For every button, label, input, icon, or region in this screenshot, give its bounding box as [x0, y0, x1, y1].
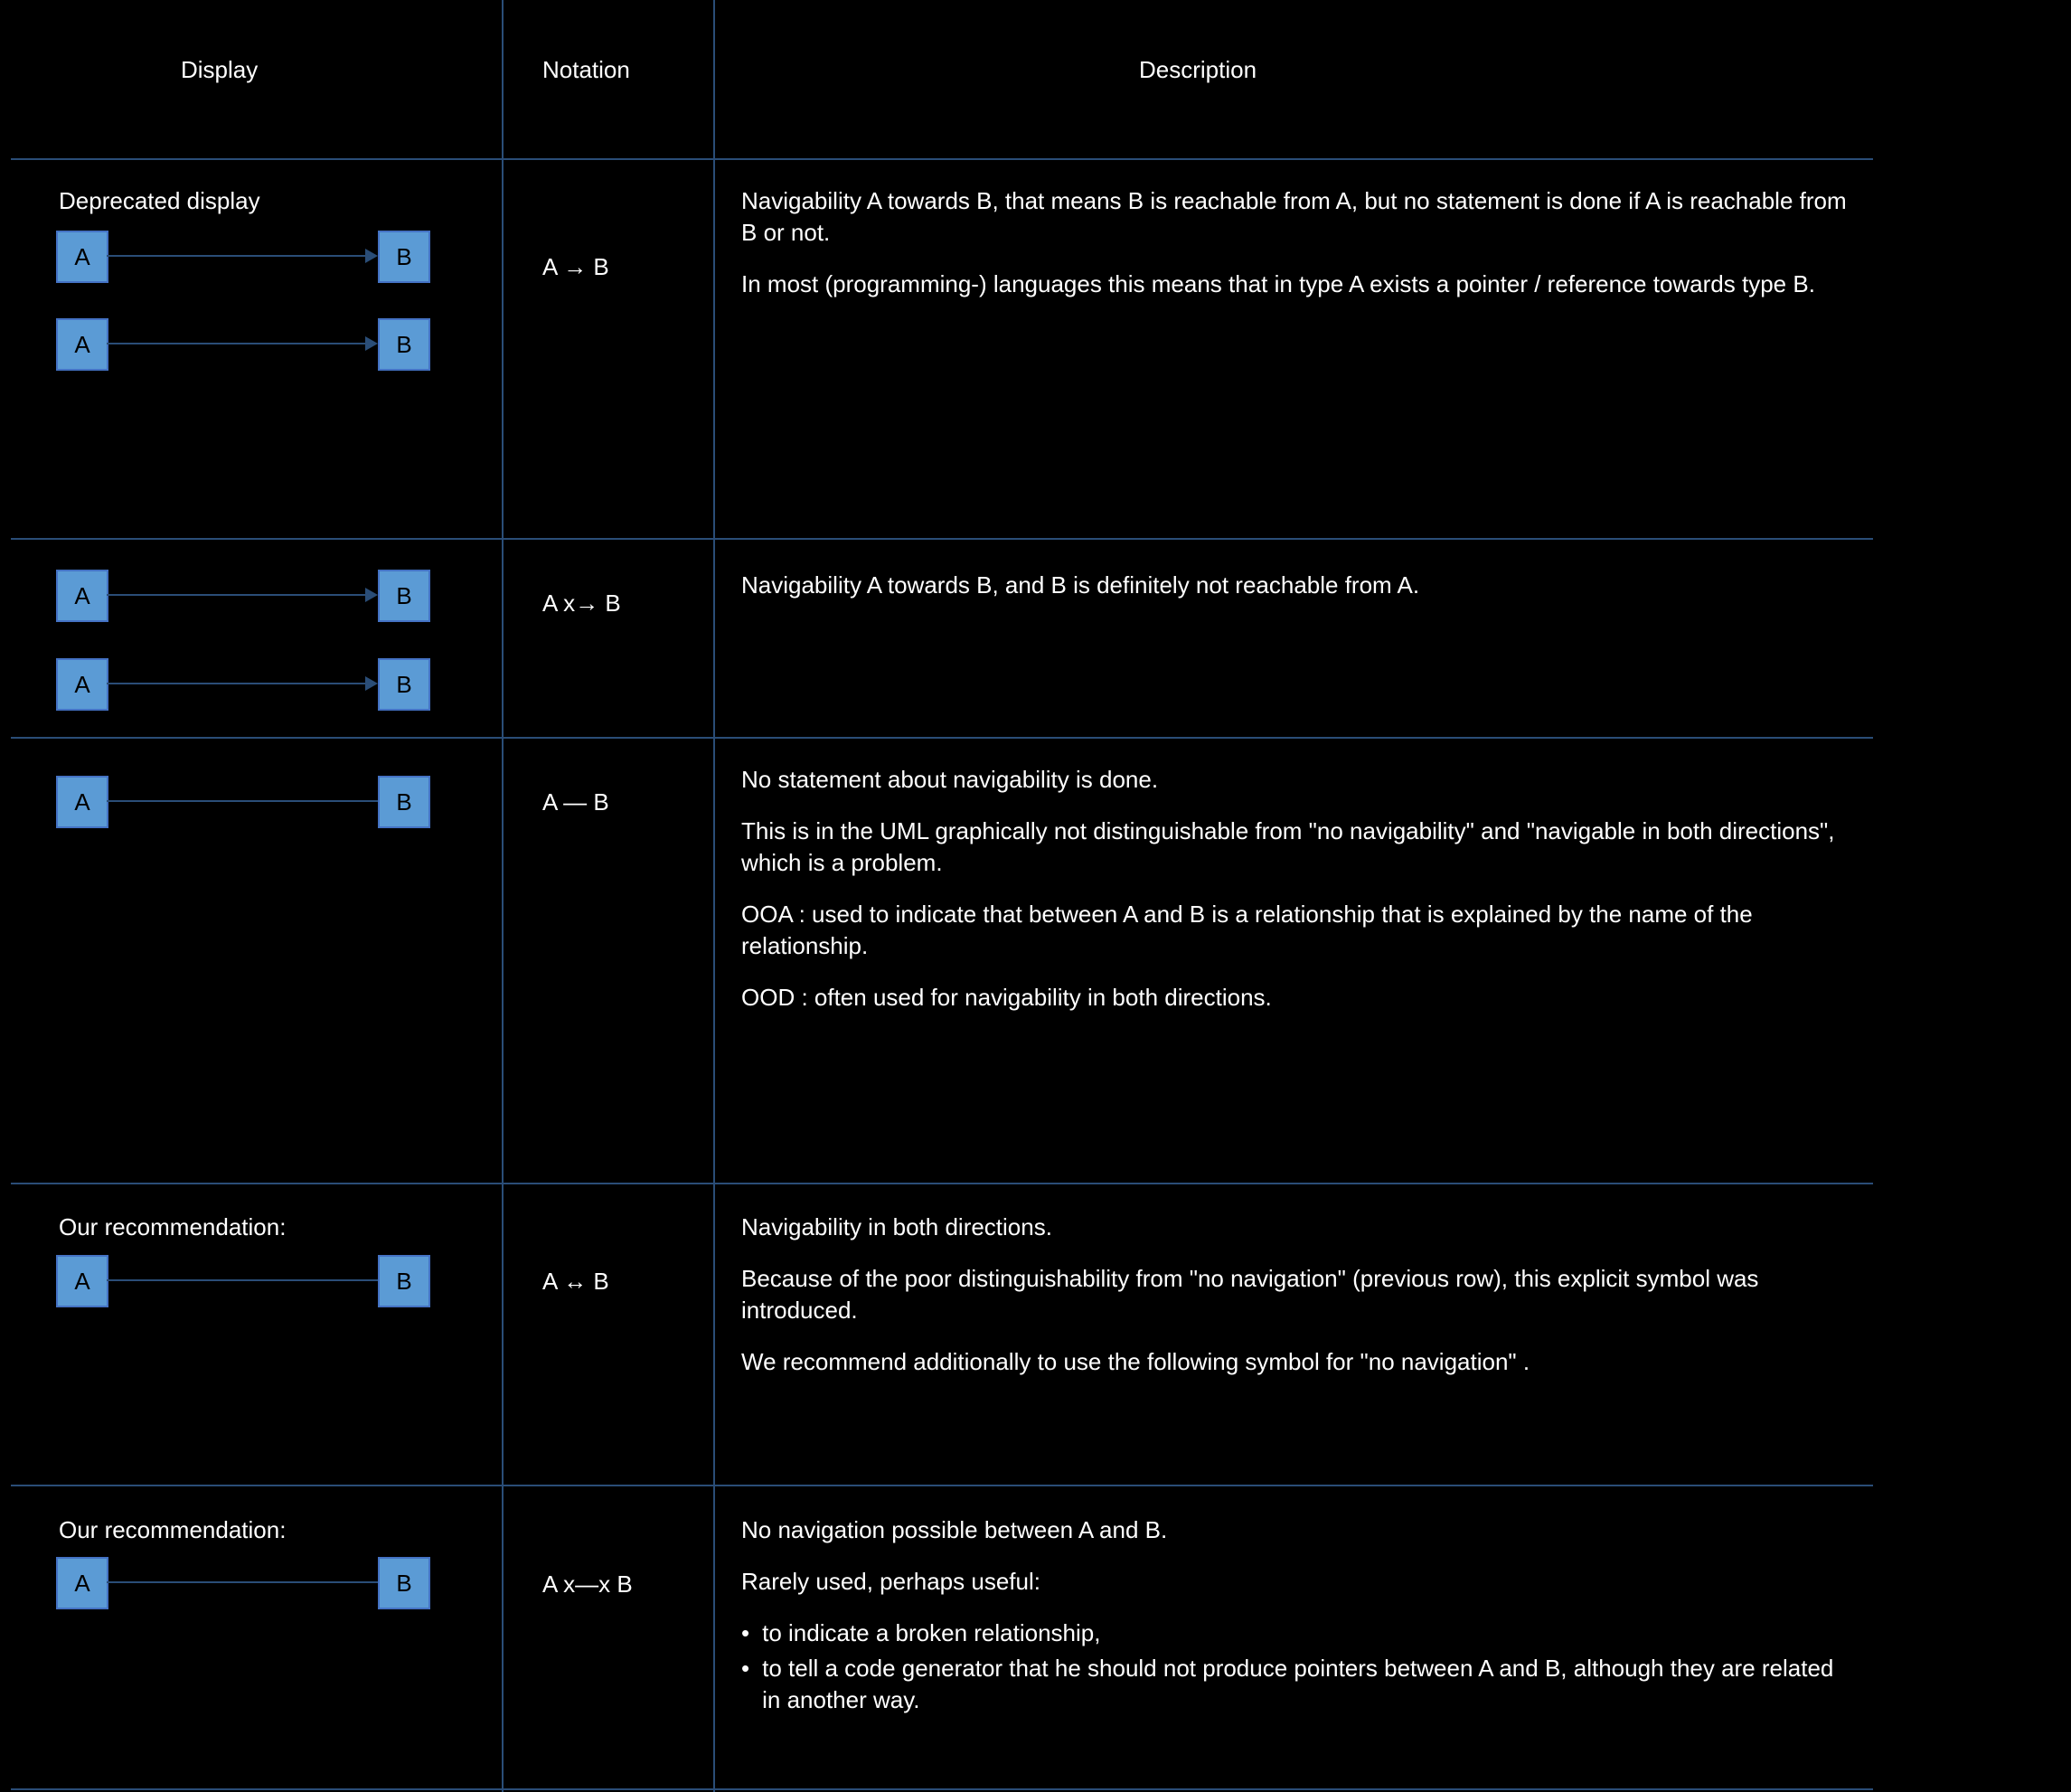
row2-node-a-2: A	[56, 658, 108, 711]
uml-associations-table: Display Notation Description Deprecated …	[0, 0, 2071, 1792]
row1-node-b-1: B	[378, 231, 430, 283]
row2-arrow-1	[365, 588, 378, 602]
row1-node-b-2: B	[378, 318, 430, 371]
row2-notation: A x→ B	[542, 588, 621, 619]
row5-node-b: B	[378, 1557, 430, 1609]
row-divider-1	[11, 538, 1873, 540]
header-description: Description	[1139, 56, 1257, 84]
row-divider-3	[11, 1183, 1873, 1184]
row2-desc: Navigability A towards B, and B is defin…	[741, 570, 1853, 621]
row2-node-b-2: B	[378, 658, 430, 711]
row5-node-a: A	[56, 1557, 108, 1609]
row3-edge	[107, 800, 378, 802]
row3-desc: No statement about navigability is done.…	[741, 764, 1853, 1034]
row1-arrow-1	[365, 249, 378, 263]
row3-node-a: A	[56, 776, 108, 828]
row5-desc: No navigation possible between A and B. …	[741, 1514, 1853, 1720]
row2-node-b-1: B	[378, 570, 430, 622]
header-display: Display	[181, 56, 258, 84]
row4-edge	[107, 1279, 378, 1281]
row5-edge	[107, 1581, 378, 1583]
row-divider-4	[11, 1485, 1873, 1486]
row2-node-a-1: A	[56, 570, 108, 622]
row4-notation: A ↔ B	[542, 1266, 609, 1297]
row1-arrow-2	[365, 336, 378, 351]
row4-node-a: A	[56, 1255, 108, 1307]
column-divider-2	[713, 0, 715, 1792]
row-divider-5	[11, 1788, 1873, 1790]
row1-edge-1	[107, 255, 365, 257]
row1-desc: Navigability A towards B, that means B i…	[741, 185, 1853, 320]
row3-node-b: B	[378, 776, 430, 828]
row1-edge-2	[107, 343, 365, 344]
row4-desc: Navigability in both directions. Because…	[741, 1212, 1853, 1398]
row5-caption: Our recommendation:	[59, 1514, 286, 1546]
row4-node-b: B	[378, 1255, 430, 1307]
row3-notation: A — B	[542, 787, 609, 818]
row4-caption: Our recommendation:	[59, 1212, 286, 1243]
row1-caption: Deprecated display	[59, 185, 260, 217]
row2-edge-2	[107, 683, 365, 684]
row-divider-2	[11, 737, 1873, 739]
row2-edge-1	[107, 594, 365, 596]
row1-node-a-2: A	[56, 318, 108, 371]
row5-notation: A x—x B	[542, 1569, 633, 1600]
row-divider-0	[11, 158, 1873, 160]
row1-node-a-1: A	[56, 231, 108, 283]
row2-arrow-2	[365, 676, 378, 691]
column-divider-1	[502, 0, 504, 1792]
header-notation: Notation	[542, 56, 630, 84]
row1-notation: A → B	[542, 251, 609, 283]
